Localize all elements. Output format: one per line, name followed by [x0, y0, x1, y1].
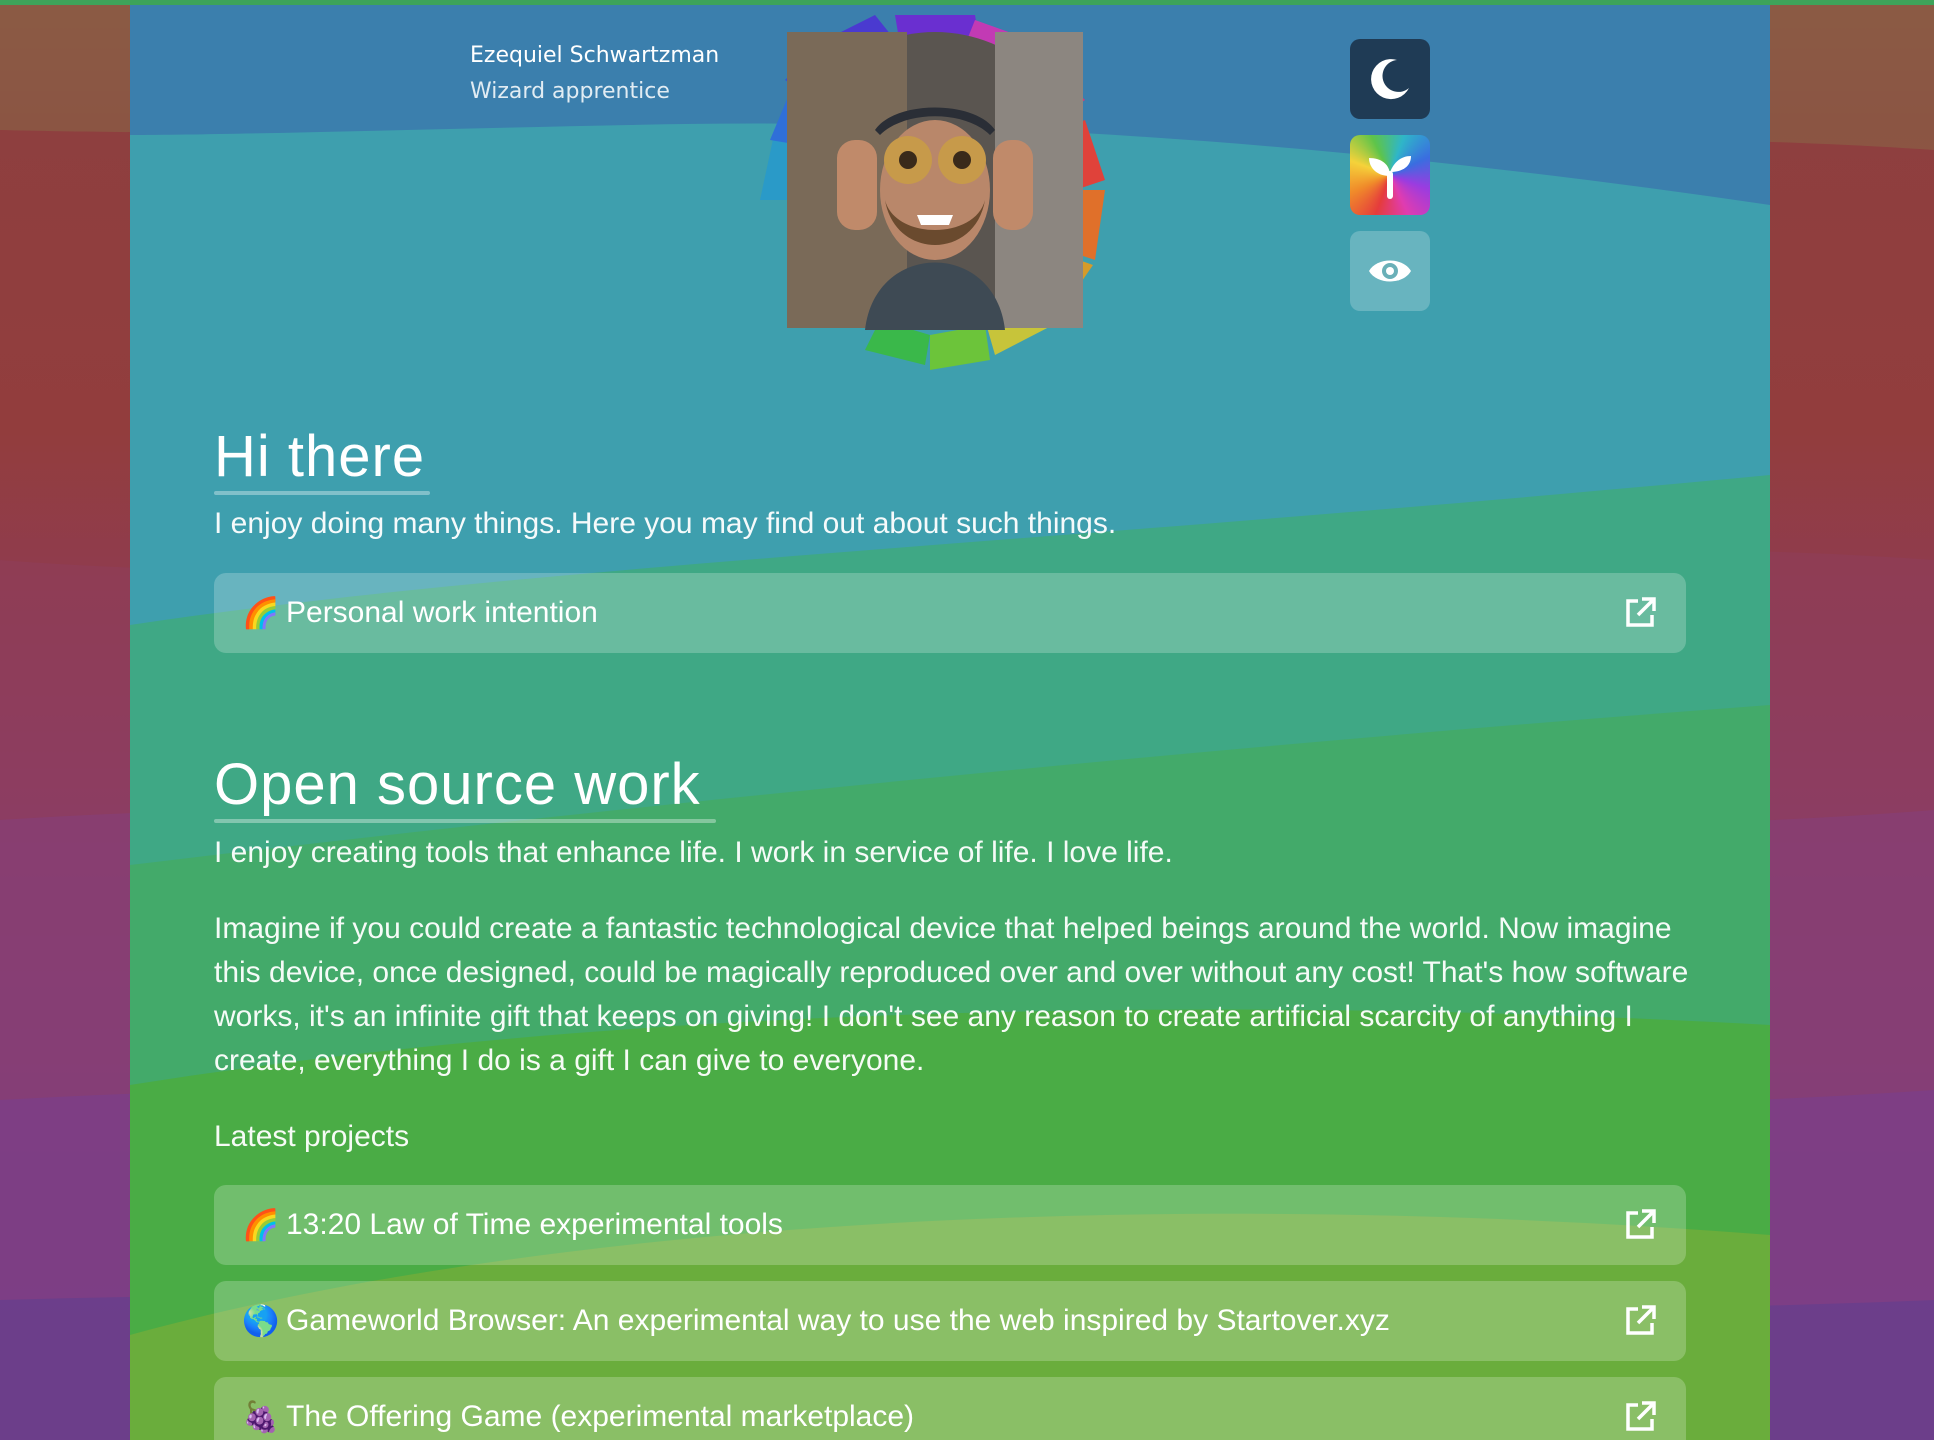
rainbow-icon: 🌈 — [242, 595, 280, 631]
view-toggle-button[interactable] — [1350, 231, 1430, 311]
open-source-paragraph: Imagine if you could create a fantastic … — [214, 912, 1689, 1077]
grapes-icon: 🍇 — [242, 1399, 280, 1435]
project-label: 13:20 Law of Time experimental tools — [286, 1208, 783, 1241]
main-page: Ezequiel Schwartzman Wizard apprentice H… — [130, 5, 1770, 1440]
sprout-icon — [1369, 156, 1411, 199]
avatar — [750, 5, 1120, 395]
external-link-icon — [1626, 1401, 1656, 1431]
profile-name: Ezequiel Schwartzman — [470, 43, 720, 68]
rainbow-theme-button[interactable] — [1350, 135, 1430, 215]
link-label: Personal work intention — [286, 596, 598, 629]
project-label: Gameworld Browser: An experimental way t… — [286, 1304, 1390, 1337]
profile-role: Wizard apprentice — [470, 79, 670, 104]
project-label: The Offering Game (experimental marketpl… — [286, 1400, 915, 1433]
link-personal-work-intention[interactable]: 🌈 Personal work intention — [214, 573, 1686, 653]
intro-subtitle: I enjoy doing many things. Here you may … — [214, 507, 1117, 540]
open-source-subtitle: I enjoy creating tools that enhance life… — [214, 836, 1173, 869]
intro-title-underline — [214, 491, 430, 495]
external-link-icon — [1626, 1209, 1656, 1239]
project-law-of-time[interactable]: 🌈 13:20 Law of Time experimental tools — [214, 1185, 1686, 1265]
dark-mode-button[interactable] — [1350, 39, 1430, 119]
rainbow-icon: 🌈 — [242, 1207, 280, 1243]
project-gameworld-browser[interactable]: 🌎 Gameworld Browser: An experimental way… — [214, 1281, 1686, 1361]
open-source-title-underline — [214, 819, 716, 823]
top-border — [0, 0, 1934, 5]
globe-icon: 🌎 — [242, 1303, 280, 1339]
external-link-icon — [1626, 1305, 1656, 1335]
moon-icon — [1371, 59, 1409, 100]
eye-icon — [1369, 260, 1411, 282]
external-link-icon — [1626, 597, 1656, 627]
project-offering-game[interactable]: 🍇 The Offering Game (experimental market… — [214, 1377, 1686, 1440]
intro-title: Hi there — [214, 424, 426, 489]
open-source-title: Open source work — [214, 752, 701, 817]
latest-projects-heading: Latest projects — [214, 1120, 410, 1153]
